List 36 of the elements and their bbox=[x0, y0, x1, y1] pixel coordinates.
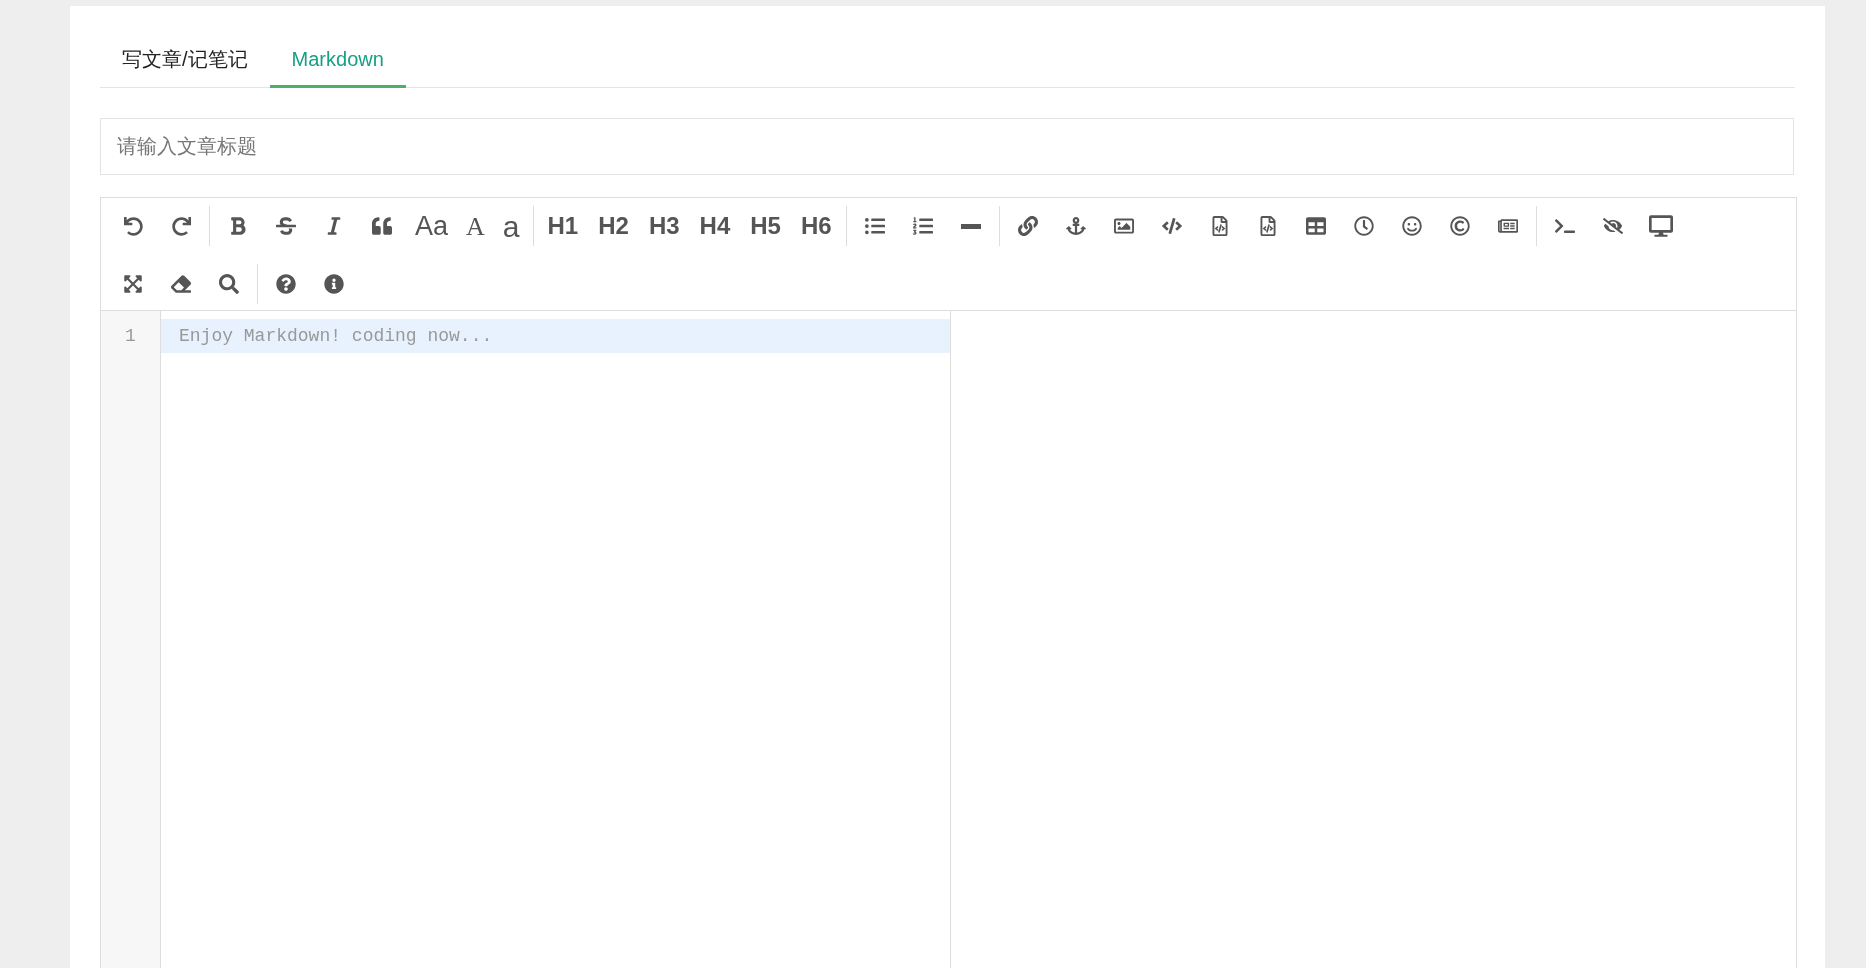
toolbar-button[interactable]: H4 bbox=[689, 206, 741, 246]
eraser-icon bbox=[171, 274, 191, 294]
newspaper-icon bbox=[1497, 216, 1518, 236]
toolbar-button[interactable]: H2 bbox=[588, 206, 639, 246]
fullscreen-icon bbox=[123, 274, 143, 294]
tab[interactable]: 写文章/记笔记 bbox=[100, 32, 270, 88]
eye-slash-icon bbox=[1602, 216, 1623, 236]
toolbar-button[interactable]: H3 bbox=[638, 206, 690, 246]
toolbar-button[interactable]: H1 bbox=[537, 206, 589, 246]
smiley-icon bbox=[1401, 216, 1422, 236]
toolbar-button[interactable]: A bbox=[457, 206, 494, 246]
line-number: 1 bbox=[124, 325, 137, 348]
toolbar-button[interactable]: a bbox=[493, 206, 529, 246]
bullet-list-icon bbox=[864, 216, 885, 236]
terminal-icon bbox=[1554, 216, 1575, 236]
clock-icon bbox=[1353, 216, 1374, 236]
toolbar-button[interactable]: Aa bbox=[406, 206, 458, 246]
code-icon bbox=[1161, 216, 1182, 236]
table-icon bbox=[1305, 216, 1326, 236]
undo-icon bbox=[123, 216, 143, 236]
image-icon bbox=[1113, 216, 1134, 236]
toolbar-button[interactable]: H6 bbox=[790, 206, 842, 246]
info-icon bbox=[324, 274, 344, 294]
bold-icon bbox=[228, 216, 248, 236]
numbered-list-icon bbox=[912, 216, 933, 236]
quote-icon bbox=[372, 216, 392, 236]
copyright-icon bbox=[1449, 216, 1470, 236]
link-icon bbox=[1017, 216, 1038, 236]
search-icon bbox=[219, 274, 239, 294]
toolbar-button[interactable]: H5 bbox=[740, 206, 791, 246]
desktop-icon bbox=[1648, 214, 1673, 238]
anchor-icon bbox=[1065, 216, 1086, 236]
redo-icon bbox=[171, 216, 191, 236]
title-input-field[interactable]: 请输入文章标题 bbox=[100, 118, 1794, 175]
help-icon bbox=[276, 274, 296, 294]
strikethrough-icon bbox=[276, 216, 296, 236]
